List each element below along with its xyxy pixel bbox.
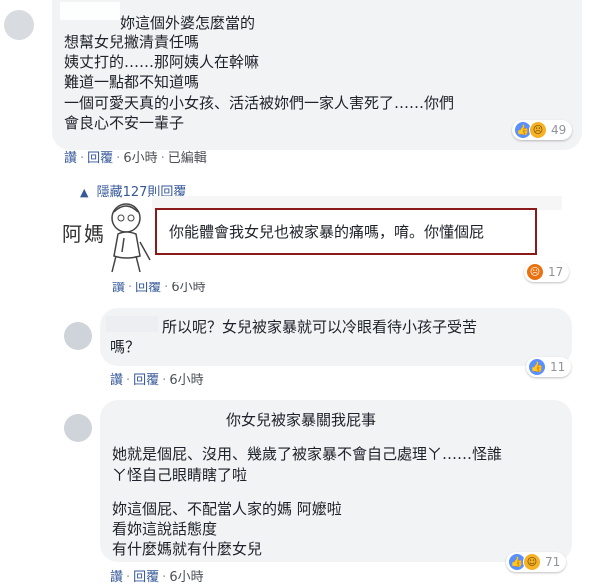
avatar[interactable] (4, 10, 34, 40)
reaction-count: 71 (545, 555, 561, 569)
redacted-name (106, 316, 158, 332)
comment-line: 看妳這說話態度 (112, 520, 218, 538)
reaction-count: 49 (551, 123, 567, 137)
comment-line: 妳這個外婆怎麼當的 (120, 14, 256, 32)
comment-bubble (100, 308, 572, 366)
reactions-summary[interactable]: 👍 ☺ 71 (506, 552, 567, 572)
like-link[interactable]: 讚 (110, 373, 123, 388)
reactions-summary[interactable]: 👍 ☹ 49 (512, 120, 573, 140)
reply-link[interactable]: 回覆 (133, 373, 159, 388)
reply-link[interactable]: 回覆 (135, 282, 161, 295)
timestamp[interactable]: 6小時 (169, 570, 203, 585)
comment-actions: 讚 · 回覆 · 6小時 · 已編輯 (64, 151, 207, 166)
grandma-sketch-icon (111, 203, 151, 273)
like-link[interactable]: 讚 (64, 151, 77, 166)
comment-line: 會良心不安一輩子 (64, 114, 185, 132)
timestamp[interactable]: 6小時 (123, 151, 157, 166)
comment-line: 所以呢？女兒被家暴就可以冷眼看待小孩子受苦 (162, 318, 478, 336)
avatar[interactable] (64, 414, 92, 442)
edited-label[interactable]: 已編輯 (168, 151, 207, 166)
chevron-up-icon: ▲ (80, 186, 89, 199)
reactions-summary[interactable]: ☹ 17 (524, 262, 570, 282)
like-link[interactable]: 讚 (112, 282, 125, 295)
sad-icon: ☹ (529, 121, 547, 139)
reactions-summary[interactable]: 👍 11 (526, 357, 572, 377)
comment-title: 你女兒被家暴關我屁事 (226, 411, 377, 429)
comment-line: 難道一點都不知道嗎 (64, 73, 200, 91)
reply-link[interactable]: 回覆 (87, 151, 113, 166)
comment-actions: 讚 · 回覆 · 6小時 (110, 373, 204, 388)
comment-line: 妳這個屁、不配當人家的媽 阿嬤啦 (112, 500, 342, 518)
comment-line: 想幫女兒撇清責任嗎 (64, 33, 200, 51)
like-link[interactable]: 讚 (110, 570, 123, 585)
like-icon: 👍 (528, 358, 546, 376)
grandma-drawing (104, 198, 158, 276)
comment-actions: 讚 · 回覆 · 6小時 (112, 280, 206, 295)
reaction-count: 11 (550, 360, 566, 374)
comment-line: 有什麼媽就有什麼女兒 (112, 540, 263, 558)
comment-actions: 讚 · 回覆 · 6小時 (110, 570, 204, 585)
angry-icon: ☹ (526, 263, 544, 281)
reply-link[interactable]: 回覆 (133, 570, 159, 585)
handwritten-name: 阿媽 (62, 222, 106, 246)
avatar[interactable] (64, 322, 92, 350)
reaction-count: 17 (548, 265, 564, 279)
comment-line: 她就是個屁、沒用、幾歲了被家暴不會自己處理ㄚ……怪誰 (112, 445, 503, 463)
highlighted-comment-bubble: 你能體會我女兒也被家暴的痛嗎，唷。你懂個屁 (155, 208, 537, 255)
redacted-name (60, 2, 120, 20)
comment-text: 你能體會我女兒也被家暴的痛嗎，唷。你懂個屁 (169, 223, 485, 241)
comment-line: 姨丈打的……那阿姨人在幹嘛 (64, 53, 260, 71)
comment-line: 一個可愛天真的小女孩、活活被妳們一家人害死了……你們 (64, 94, 455, 112)
haha-icon: ☺ (523, 553, 541, 571)
comment-line: 嗎？ (110, 338, 141, 356)
timestamp[interactable]: 6小時 (171, 282, 205, 295)
comment-line: ㄚ怪自己眼睛瞎了啦 (112, 466, 248, 484)
timestamp[interactable]: 6小時 (169, 373, 203, 388)
